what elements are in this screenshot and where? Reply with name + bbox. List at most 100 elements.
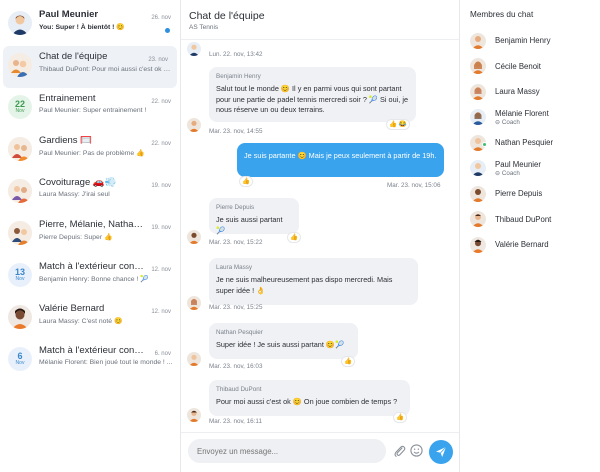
conversation-item[interactable]: Covoiturage 🚗💨 Laura Massy: J'irai seul … <box>0 172 180 214</box>
message-reactions[interactable]: 👍 😂 <box>386 119 410 130</box>
message-timestamp: Mar. 23. nov, 15:06 <box>387 182 441 189</box>
conversation-item[interactable]: 13 Nov Match à l'extérieur contre ... Be… <box>0 256 180 298</box>
avatar <box>187 352 201 366</box>
member-name: Thibaud DuPont <box>495 214 552 224</box>
online-status-icon <box>482 142 487 147</box>
avatar <box>187 230 201 244</box>
conversation-date: 19. nov <box>151 225 171 231</box>
message-text: Salut tout le monde 😊 Il y en parmi vous… <box>216 84 409 115</box>
calendar-month: Nov <box>15 360 25 366</box>
avatar <box>470 83 486 100</box>
conversation-date: 6. nov <box>154 351 171 357</box>
conversation-preview: Benjamin Henry: Bonne chance ! 🎾 <box>39 276 149 283</box>
group-avatar <box>8 221 32 245</box>
conversation-preview: Laura Massy: J'irai seul <box>39 191 110 198</box>
message-reactions[interactable]: 👍 <box>393 412 408 423</box>
conversation-date: 23. nov <box>148 57 168 63</box>
calendar-month: Nov <box>15 276 25 282</box>
message-bubble[interactable]: Laura Massy Je ne suis malheureusement p… <box>209 258 418 305</box>
member-name: Paul Meunier <box>495 159 541 169</box>
message-bubble[interactable]: Benjamin Henry Salut tout le monde 😊 Il … <box>209 67 416 122</box>
conversation-preview: Pierre Depuis: Super 👍 <box>39 234 113 241</box>
conversation-preview: Mélanie Florent: Bien joué tout le monde… <box>39 359 173 366</box>
member-item[interactable]: Nathan Pesquier <box>470 130 600 156</box>
paperclip-icon[interactable] <box>393 444 406 458</box>
member-item[interactable]: Thibaud DuPont <box>470 207 600 233</box>
conversation-preview: Thibaud DuPont: Pour moi aussi c'est ok … <box>39 66 171 73</box>
avatar <box>187 42 201 56</box>
emoji-icon[interactable] <box>410 444 423 457</box>
avatar <box>8 305 32 329</box>
conversation-item[interactable]: 22 Nov Entrainement Paul Meunier: Super … <box>0 88 180 130</box>
member-item[interactable]: Cécile Benoit <box>470 54 600 80</box>
member-item[interactable]: Pierre Depuis <box>470 181 600 207</box>
message-text: Super idée ! Je suis aussi partant 😊🎾 <box>216 340 345 350</box>
member-item[interactable]: Benjamin Henry <box>470 28 600 54</box>
message-text: Je suis partante 😊 Mais je peux seulemen… <box>244 151 437 160</box>
chat-header: Chat de l'équipe AS Tennis <box>181 0 459 40</box>
members-title: Membres du chat <box>470 10 534 19</box>
conversation-preview: You: Super ! À bientôt ! 😊 <box>39 24 125 31</box>
unread-dot-icon <box>165 28 170 33</box>
message-reactions[interactable]: 👍 <box>341 356 356 367</box>
conversation-date: 22. nov <box>151 141 171 147</box>
member-item[interactable]: Mélanie Florent ⊖ Coach <box>470 105 600 131</box>
message-bubble-own[interactable]: Je suis partante 😊 Mais je peux seulemen… <box>237 143 444 177</box>
message-input[interactable] <box>188 439 386 463</box>
coach-icon: ⊖ <box>495 118 502 126</box>
member-item[interactable]: Valérie Bernard <box>470 232 600 258</box>
avatar <box>8 11 32 35</box>
app: Paul Meunier You: Super ! À bientôt ! 😊 … <box>0 0 600 472</box>
member-name: Nathan Pesquier <box>495 138 554 148</box>
conversation-item[interactable]: Pierre, Mélanie, Nathan, B... Pierre Dep… <box>0 214 180 256</box>
conversation-item[interactable]: Paul Meunier You: Super ! À bientôt ! 😊 … <box>0 4 180 46</box>
chat-panel: Chat de l'équipe AS Tennis Lun. 22. nov,… <box>181 0 460 472</box>
message-author: Thibaud DuPont <box>216 386 262 393</box>
avatar <box>470 211 486 228</box>
message-bubble[interactable]: Thibaud DuPont Pour moi aussi c'est ok 😊… <box>209 380 410 416</box>
conversation-list: Paul Meunier You: Super ! À bientôt ! 😊 … <box>0 0 181 472</box>
message-timestamp: Mar. 23. nov, 14:55 <box>209 128 263 135</box>
member-role-label: Coach <box>501 169 520 177</box>
coach-icon: ⊖ <box>495 169 502 177</box>
message-bubble[interactable]: Nathan Pesquier Super idée ! Je suis aus… <box>209 323 358 359</box>
chat-title: Chat de l'équipe <box>189 10 265 22</box>
message-timestamp: Mar. 23. nov, 16:03 <box>209 363 263 370</box>
message-timestamp: Lun. 22. nov, 13:42 <box>209 51 263 58</box>
avatar <box>187 408 201 422</box>
message-author: Benjamin Henry <box>216 73 261 80</box>
message-author: Pierre Depuis <box>216 204 255 211</box>
conversation-date: 12. nov <box>151 309 171 315</box>
message-timestamp: Mar. 23. nov, 15:25 <box>209 304 263 311</box>
avatar <box>470 109 486 126</box>
member-item[interactable]: Paul Meunier ⊖ Coach <box>470 156 600 182</box>
conversation-date: 26. nov <box>151 15 171 21</box>
conversation-preview: Paul Meunier: Super entrainement ! <box>39 107 147 114</box>
avatar <box>470 58 486 75</box>
conversation-item[interactable]: Gardiens 🥅 Paul Meunier: Pas de problème… <box>0 130 180 172</box>
message-composer <box>181 432 459 472</box>
members-panel: Membres du chat Benjamin Henry Cécile Be… <box>460 0 600 472</box>
send-button[interactable] <box>429 440 453 464</box>
message-author: Nathan Pesquier <box>216 329 263 336</box>
conversation-item[interactable]: 6 Nov Match à l'extérieur contre ... Mél… <box>0 340 180 382</box>
conversation-preview: Laura Massy: C'est noté 😊 <box>39 318 123 325</box>
message-reactions[interactable]: 👍 <box>239 176 254 187</box>
conversation-item[interactable]: Chat de l'équipe Thibaud DuPont: Pour mo… <box>3 46 177 88</box>
conversation-date: 12. nov <box>151 267 171 273</box>
group-avatar <box>8 179 32 203</box>
calendar-avatar: 22 Nov <box>8 95 32 119</box>
member-name: Laura Massy <box>495 87 540 97</box>
member-name: Mélanie Florent <box>495 108 549 118</box>
send-icon <box>436 446 447 457</box>
message-timestamp: Mar. 23. nov, 16:11 <box>209 418 262 425</box>
group-avatar <box>8 53 32 77</box>
conversation-date: 22. nov <box>151 99 171 105</box>
message-reactions[interactable]: 👍 <box>287 232 302 243</box>
member-item[interactable]: Laura Massy <box>470 79 600 105</box>
message-bubble[interactable]: Pierre Depuis Je suis aussi partant 🎾 <box>209 198 299 235</box>
avatar <box>470 160 486 177</box>
member-name: Benjamin Henry <box>495 36 551 46</box>
conversation-item[interactable]: Valérie Bernard Laura Massy: C'est noté … <box>0 298 180 340</box>
conversation-preview: Paul Meunier: Pas de problème 👍 <box>39 150 145 157</box>
